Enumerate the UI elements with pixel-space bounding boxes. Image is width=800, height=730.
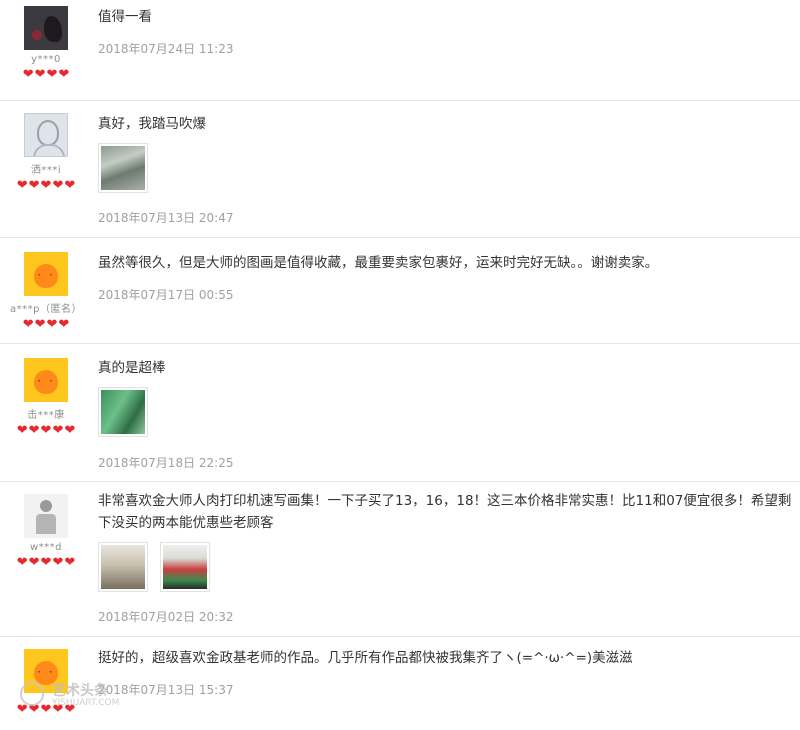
watermark-subtitle: YISHUART.COM [52, 698, 120, 708]
review-content: 非常喜欢金大师人肉打印机速写画集！一下子买了13，16，18！这三本价格非常实惠… [98, 482, 792, 624]
review-photos [98, 387, 792, 437]
review-photos [98, 143, 792, 193]
heart-icon: ❤ [16, 555, 28, 570]
heart-icon: ❤ [52, 555, 64, 570]
reviewer-info: w***d ❤❤❤❤❤ [0, 488, 92, 569]
reviewer-info: 击***康 ❤❤❤❤❤ [0, 352, 92, 437]
heart-icon: ❤ [58, 317, 70, 332]
heart-icon: ❤ [28, 555, 40, 570]
sketch-portrait-avatar-icon[interactable] [24, 113, 68, 157]
watermark-logo-icon [20, 682, 44, 706]
orange-default-avatar-icon[interactable] [24, 252, 68, 296]
rating-hearts: ❤❤❤❤❤ [0, 556, 92, 569]
heart-icon: ❤ [64, 423, 76, 438]
review-item: a***p（匿名） ❤❤❤❤ 虽然等很久，但是大师的图画是值得收藏，最重要卖家包… [0, 238, 800, 344]
rating-hearts: ❤❤❤❤ [0, 318, 92, 331]
watermark: 艺术头条 YISHUART.COM [16, 676, 126, 716]
review-photo-thumbnail[interactable] [98, 387, 148, 437]
review-item: 洒***i ❤❤❤❤❤ 真好，我踏马吹爆 2018年07月13日 20:47 [0, 101, 800, 238]
heart-icon: ❤ [22, 67, 34, 82]
watermark-title: 艺术头条 [52, 683, 108, 699]
heart-icon: ❤ [28, 423, 40, 438]
review-date: 2018年07月17日 00:55 [98, 288, 234, 302]
review-photos [98, 542, 792, 592]
review-content: 挺好的，超级喜欢金政基老师的作品。几乎所有作品都快被我集齐了ヽ(=^·ω·^=)… [98, 637, 792, 697]
review-photo-thumbnail[interactable] [160, 542, 210, 592]
heart-icon: ❤ [64, 555, 76, 570]
review-photo-thumbnail[interactable] [98, 542, 148, 592]
heart-icon: ❤ [46, 317, 58, 332]
review-content: 虽然等很久，但是大师的图画是值得收藏，最重要卖家包裹好，运来时完好无缺。。谢谢卖… [98, 238, 792, 302]
heart-icon: ❤ [52, 178, 64, 193]
reviewer-info: 洒***i ❤❤❤❤❤ [0, 107, 92, 192]
reviewer-username[interactable]: 击***康 [0, 406, 92, 421]
review-date: 2018年07月13日 20:47 [98, 211, 234, 225]
heart-icon: ❤ [16, 423, 28, 438]
heart-icon: ❤ [34, 317, 46, 332]
heart-icon: ❤ [34, 67, 46, 82]
review-item: 击***康 ❤❤❤❤❤ 真的是超棒 2018年07月18日 22:25 [0, 344, 800, 482]
heart-icon: ❤ [16, 178, 28, 193]
reviewer-username[interactable]: 洒***i [0, 161, 92, 176]
review-text: 挺好的，超级喜欢金政基老师的作品。几乎所有作品都快被我集齐了ヽ(=^·ω·^=)… [98, 650, 633, 666]
review-text: 非常喜欢金大师人肉打印机速写画集！一下子买了13，16，18！这三本价格非常实惠… [98, 493, 792, 531]
review-text: 值得一看 [98, 9, 152, 25]
review-photo-thumbnail[interactable] [98, 143, 148, 193]
rating-hearts: ❤❤❤❤ [0, 68, 92, 81]
review-item: w***d ❤❤❤❤❤ 非常喜欢金大师人肉打印机速写画集！一下子买了13，16，… [0, 482, 800, 637]
heart-icon: ❤ [64, 178, 76, 193]
reviewer-info: y***0 ❤❤❤❤ [0, 0, 92, 81]
reviewer-info: a***p（匿名） ❤❤❤❤ [0, 246, 92, 331]
heart-icon: ❤ [40, 423, 52, 438]
review-date: 2018年07月24日 11:23 [98, 42, 234, 56]
review-text: 真好，我踏马吹爆 [98, 116, 206, 132]
figure-avatar-icon[interactable] [24, 494, 68, 538]
review-list: y***0 ❤❤❤❤ 值得一看 2018年07月24日 11:23 洒***i … [0, 0, 800, 730]
heart-icon: ❤ [52, 423, 64, 438]
dark-bird-avatar-icon[interactable] [24, 6, 68, 50]
heart-icon: ❤ [22, 317, 34, 332]
review-text: 真的是超棒 [98, 360, 166, 376]
heart-icon: ❤ [58, 67, 70, 82]
review-content: 真的是超棒 2018年07月18日 22:25 [98, 344, 792, 470]
heart-icon: ❤ [40, 555, 52, 570]
review-date: 2018年07月18日 22:25 [98, 456, 234, 470]
heart-icon: ❤ [28, 178, 40, 193]
rating-hearts: ❤❤❤❤❤ [0, 179, 92, 192]
review-text: 虽然等很久，但是大师的图画是值得收藏，最重要卖家包裹好，运来时完好无缺。。谢谢卖… [98, 255, 659, 271]
reviewer-username[interactable]: y***0 [0, 54, 92, 65]
review-date: 2018年07月02日 20:32 [98, 610, 234, 624]
rating-hearts: ❤❤❤❤❤ [0, 424, 92, 437]
review-content: 真好，我踏马吹爆 2018年07月13日 20:47 [98, 101, 792, 225]
review-item: y***0 ❤❤❤❤ 值得一看 2018年07月24日 11:23 [0, 0, 800, 101]
orange-default-avatar-icon[interactable] [24, 358, 68, 402]
review-content: 值得一看 2018年07月24日 11:23 [98, 0, 792, 56]
heart-icon: ❤ [46, 67, 58, 82]
reviewer-username[interactable]: w***d [0, 542, 92, 553]
heart-icon: ❤ [40, 178, 52, 193]
reviewer-username[interactable]: a***p（匿名） [0, 300, 92, 315]
